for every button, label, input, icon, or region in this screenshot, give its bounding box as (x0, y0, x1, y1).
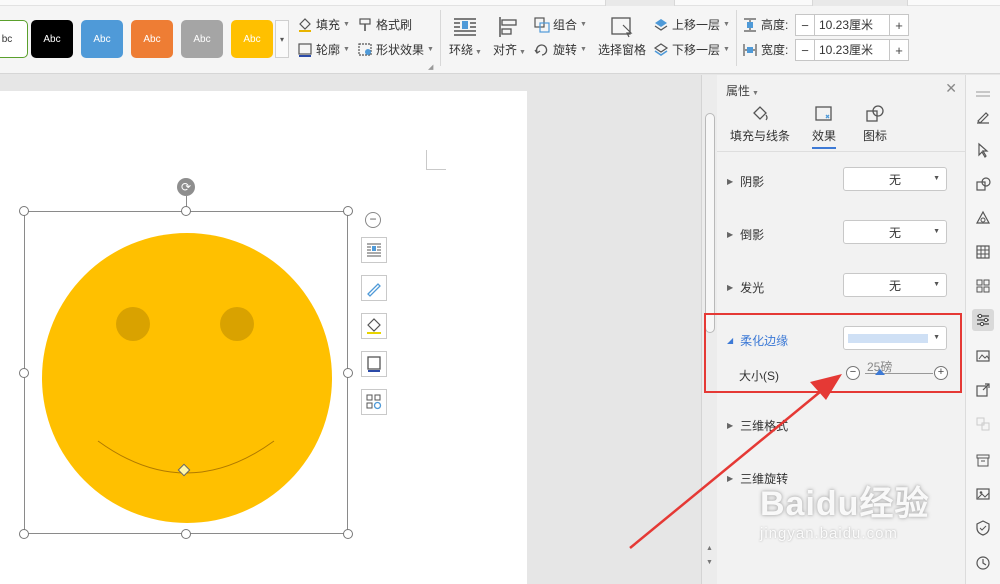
baidu-watermark: Baidu经验 jingyan.baidu.com (760, 476, 929, 542)
watermark-main-text: Baidu经验 (760, 485, 930, 523)
watermark-url-text: jingyan.baidu.com (760, 525, 898, 542)
